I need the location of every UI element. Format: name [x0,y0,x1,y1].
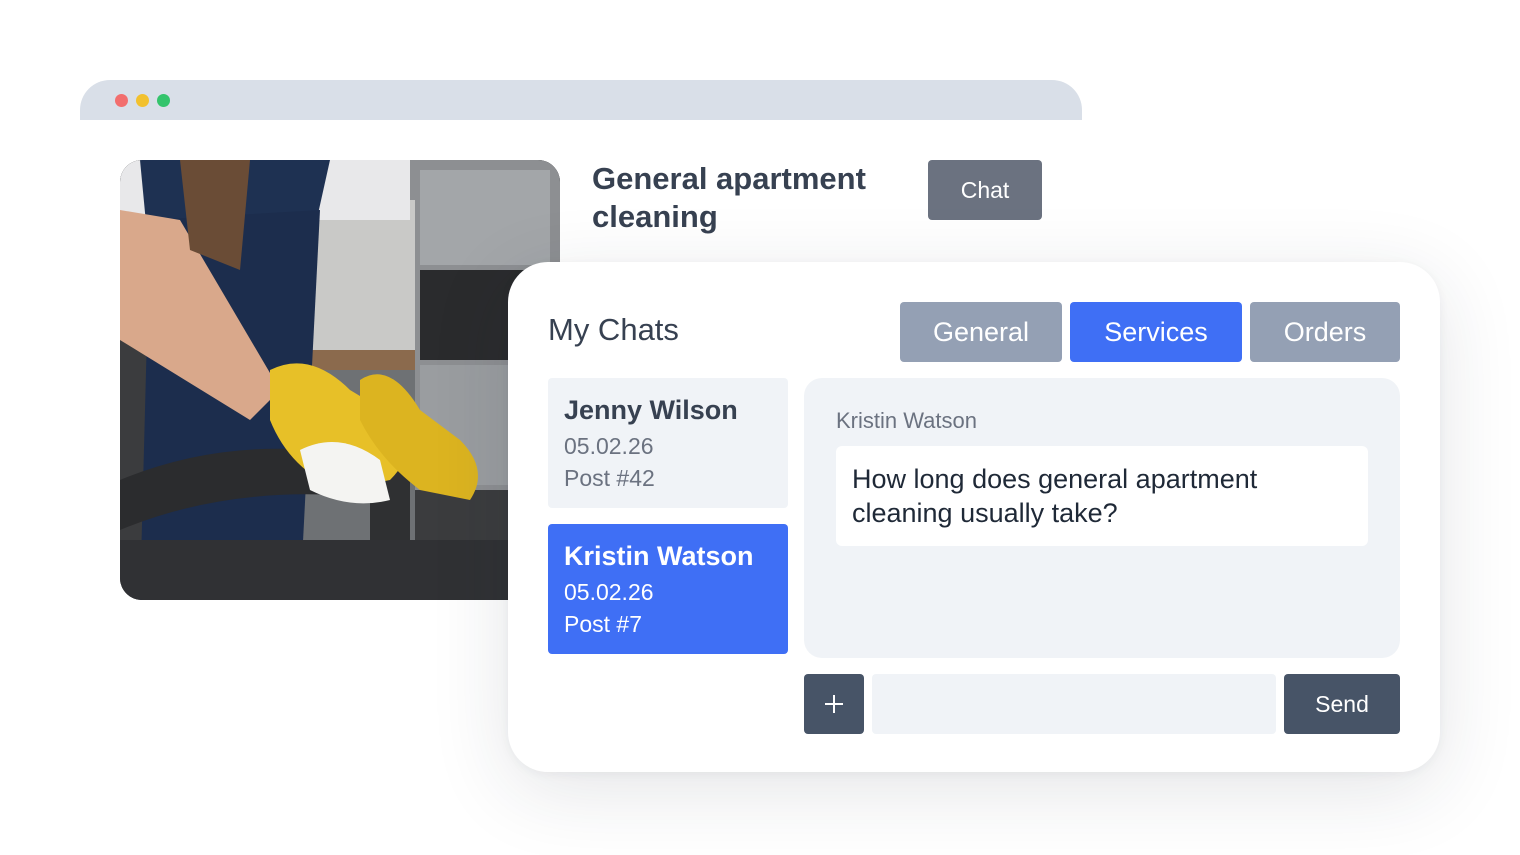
chat-list-item-jenny-wilson[interactable]: Jenny Wilson 05.02.26 Post #42 [548,378,788,508]
listing-title: General apartment cleaning [592,161,866,234]
tab-orders[interactable]: Orders [1250,302,1400,362]
close-dot-icon[interactable] [115,94,128,107]
chat-list-item-kristin-watson[interactable]: Kristin Watson 05.02.26 Post #7 [548,524,788,654]
message-bubble: How long does general apartment cleaning… [836,446,1368,546]
attach-button[interactable] [804,674,864,734]
chat-post-ref: Post #7 [564,611,642,637]
message-input[interactable] [872,674,1276,734]
send-button[interactable]: Send [1284,674,1400,734]
chat-button[interactable]: Chat [928,160,1042,220]
page: General apartment cleaning Chat My Chats… [0,0,1520,855]
tab-services[interactable]: Services [1070,302,1242,362]
chat-date: 05.02.26 [564,579,654,605]
chat-contact-name: Kristin Watson [564,541,754,571]
listing-photo [120,160,560,600]
chat-date: 05.02.26 [564,433,654,459]
tab-general[interactable]: General [900,302,1062,362]
chat-contact-name: Jenny Wilson [564,395,738,425]
my-chats-panel: My Chats General Services Orders Jenny W… [508,262,1440,772]
panel-title: My Chats [548,312,679,347]
message-sender: Kristin Watson [836,408,978,433]
minimize-dot-icon[interactable] [136,94,149,107]
conversation-view: Kristin Watson How long does general apa… [804,378,1400,658]
plus-icon [825,695,843,713]
chat-post-ref: Post #42 [564,465,655,491]
maximize-dot-icon[interactable] [157,94,170,107]
browser-top-bar [80,80,1082,120]
